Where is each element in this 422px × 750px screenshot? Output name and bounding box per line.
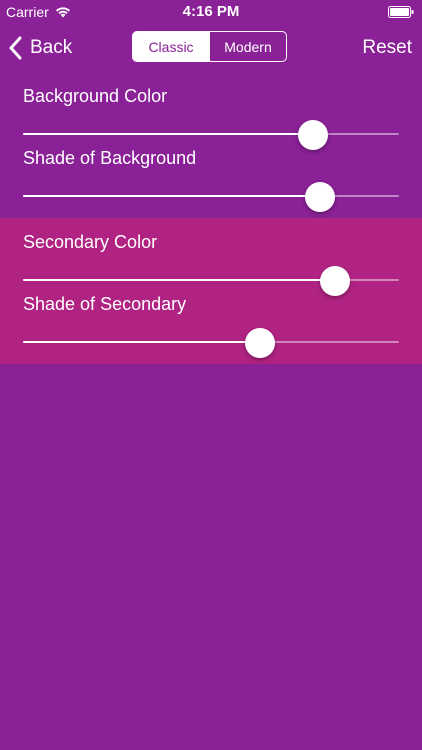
background-color-row: Background Color — [0, 86, 422, 150]
background-settings-group: Background Color Shade of Background — [0, 72, 422, 218]
status-bar: Carrier 4:16 PM — [0, 0, 422, 24]
segment-classic[interactable]: Classic — [133, 32, 209, 61]
secondary-color-label: Secondary Color — [23, 232, 158, 252]
battery-icon — [388, 6, 414, 18]
shade-of-background-slider[interactable] — [23, 182, 399, 212]
shade-of-secondary-slider[interactable] — [23, 328, 399, 358]
style-segmented-control[interactable]: Classic Modern — [132, 31, 287, 62]
shade-of-background-label: Shade of Background — [23, 148, 197, 168]
slider-track-fill — [23, 341, 260, 343]
status-time: 4:16 PM — [182, 3, 240, 20]
background-color-slider[interactable] — [23, 120, 399, 150]
slider-track-fill — [23, 195, 321, 197]
slider-thumb[interactable] — [305, 182, 336, 212]
back-label: Back — [30, 37, 73, 58]
slider-track-fill — [23, 279, 336, 281]
reset-button[interactable]: Reset — [362, 37, 412, 59]
secondary-color-row: Secondary Color — [0, 232, 422, 296]
slider-thumb[interactable] — [244, 328, 275, 358]
background-color-label: Background Color — [23, 86, 168, 106]
shade-of-secondary-row: Shade of Secondary — [0, 294, 422, 358]
chevron-left-icon — [9, 36, 22, 60]
segment-modern[interactable]: Modern — [209, 32, 286, 61]
secondary-settings-group: Secondary Color Shade of Secondary — [0, 218, 422, 364]
back-button[interactable]: Back — [8, 36, 72, 60]
navigation-bar: Back Classic Modern Reset — [0, 28, 422, 68]
slider-thumb[interactable] — [320, 266, 351, 296]
slider-thumb[interactable] — [297, 120, 328, 150]
secondary-color-slider[interactable] — [23, 266, 399, 296]
shade-of-background-row: Shade of Background — [0, 148, 422, 212]
shade-of-secondary-label: Shade of Secondary — [23, 294, 187, 314]
slider-track-fill — [23, 133, 313, 135]
